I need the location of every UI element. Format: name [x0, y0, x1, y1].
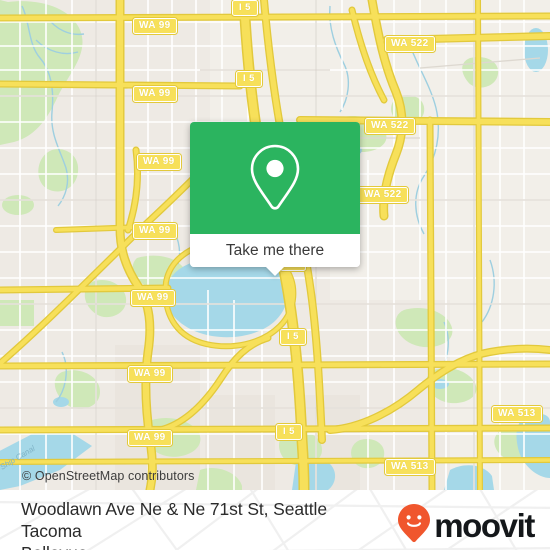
- place-title: Woodlawn Ave Ne & Ne 71st St, Seattle Ta…: [21, 498, 381, 550]
- place-title-line1: Woodlawn Ave Ne & Ne 71st St, Seattle Ta…: [21, 499, 327, 541]
- highway-shield: WA 99: [127, 365, 173, 383]
- highway-shield: WA 99: [132, 85, 178, 103]
- moovit-logo[interactable]: moovit: [397, 503, 535, 548]
- map-pin-icon: [247, 142, 303, 214]
- highway-shield: I 5: [235, 70, 263, 88]
- moovit-pin-icon: [397, 503, 431, 548]
- highway-shield: WA 99: [127, 429, 173, 447]
- place-title-line2: Bellevue: [21, 543, 87, 550]
- highway-shield: WA 99: [130, 289, 176, 307]
- highway-shield: WA 99: [132, 17, 178, 35]
- destination-callout-card[interactable]: Take me there: [190, 122, 360, 276]
- osm-attribution[interactable]: © OpenStreetMap contributors: [22, 469, 195, 483]
- highway-shield: WA 513: [491, 405, 543, 423]
- highway-shield: WA 522: [357, 186, 409, 204]
- highway-shield: WA 99: [136, 153, 182, 171]
- take-me-there-button[interactable]: Take me there: [190, 234, 360, 267]
- map-canvas[interactable]: Ship Canal I 5 WA 99 WA 522 I 5 WA 99 WA 522 W…: [0, 0, 550, 490]
- moovit-wordmark: moovit: [434, 507, 535, 544]
- callout-tail: [266, 267, 284, 276]
- highway-shield: WA 522: [384, 35, 436, 53]
- footer-bar: Woodlawn Ave Ne & Ne 71st St, Seattle Ta…: [0, 490, 550, 550]
- highway-shield: I 5: [279, 328, 307, 346]
- highway-shield: WA 99: [132, 222, 178, 240]
- attribution-bar: © OpenStreetMap contributors: [0, 460, 550, 490]
- highway-shield: I 5: [275, 423, 303, 441]
- highway-shield: I 5: [231, 0, 259, 17]
- moovit-map-screen: Ship Canal I 5 WA 99 WA 522 I 5 WA 99 WA 522 W…: [0, 0, 550, 550]
- highway-shield: WA 522: [364, 117, 416, 135]
- callout-image-area: [190, 122, 360, 234]
